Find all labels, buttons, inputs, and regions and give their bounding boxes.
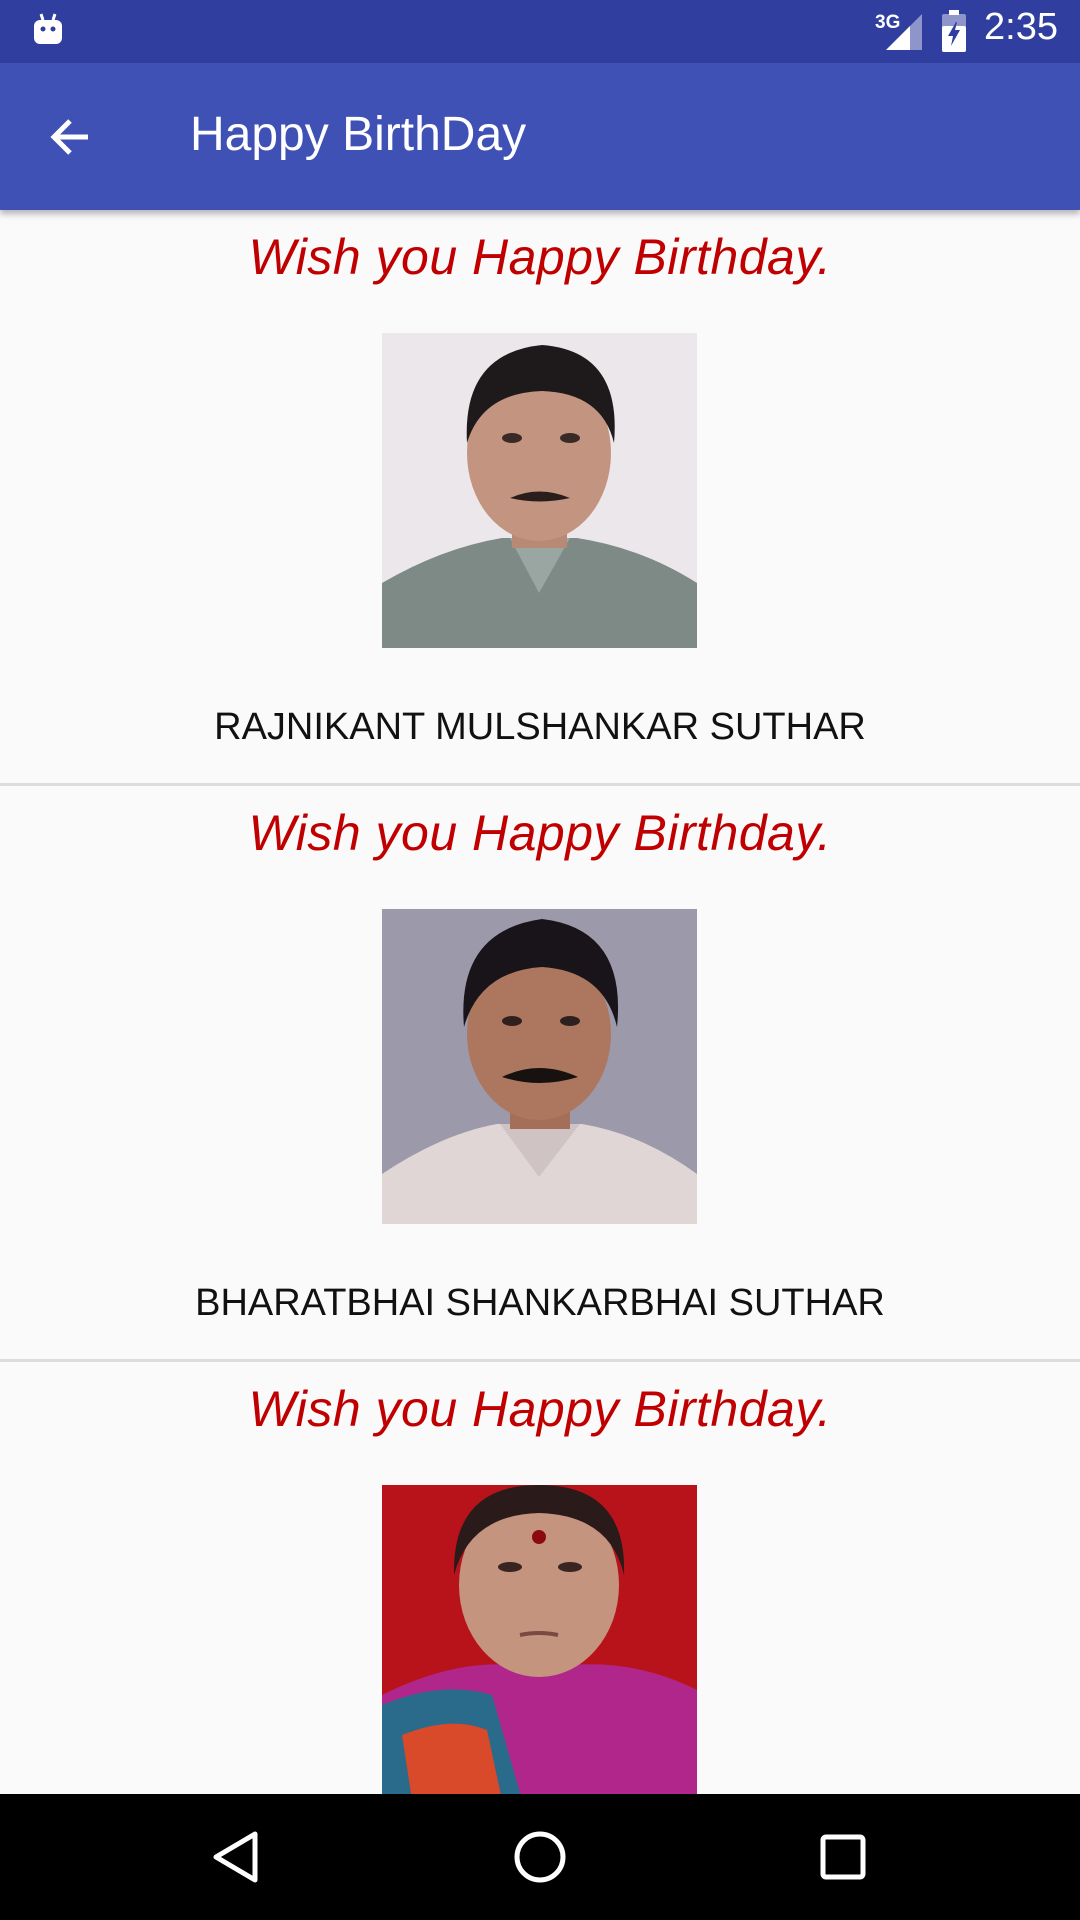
android-notification-icon bbox=[34, 13, 62, 44]
person-photo-image bbox=[382, 909, 697, 1224]
person-photo bbox=[382, 333, 697, 648]
person-photo-image bbox=[382, 333, 697, 648]
person-name: RAJNIKANT MULSHANKAR SUTHAR bbox=[214, 706, 866, 748]
birthday-card[interactable]: Wish you Happy Birthday. bbox=[0, 1362, 1080, 1794]
battery-charging-icon bbox=[942, 10, 966, 52]
signal-icon bbox=[886, 14, 922, 50]
arrow-back-icon bbox=[50, 119, 88, 155]
birthday-list[interactable]: Wish you Happy Birthday. RAJNIKANT MULSH… bbox=[0, 210, 1080, 1794]
nav-back-button[interactable] bbox=[200, 1822, 270, 1892]
birthday-wish-text: Wish you Happy Birthday. bbox=[248, 805, 832, 861]
app-bar: Happy BirthDay bbox=[0, 63, 1080, 210]
status-clock: 2:35 bbox=[984, 6, 1058, 48]
page-title: Happy BirthDay bbox=[190, 108, 527, 161]
back-button[interactable] bbox=[34, 101, 106, 173]
navigation-bar bbox=[0, 1794, 1080, 1920]
birthday-card[interactable]: Wish you Happy Birthday. BHARATBHAI SHAN… bbox=[0, 786, 1080, 1362]
birthday-wish-text: Wish you Happy Birthday. bbox=[248, 1381, 832, 1437]
nav-home-button[interactable] bbox=[505, 1822, 575, 1892]
person-photo bbox=[382, 909, 697, 1224]
status-bar: 3G 2:35 bbox=[0, 0, 1080, 63]
back-triangle-icon bbox=[213, 1831, 258, 1883]
nav-recents-button[interactable] bbox=[808, 1822, 878, 1892]
birthday-wish-text: Wish you Happy Birthday. bbox=[248, 229, 832, 285]
home-circle-icon bbox=[514, 1831, 566, 1883]
person-photo bbox=[382, 1485, 697, 1794]
birthday-card[interactable]: Wish you Happy Birthday. RAJNIKANT MULSH… bbox=[0, 210, 1080, 786]
person-photo-image bbox=[382, 1485, 697, 1794]
recents-square-icon bbox=[820, 1834, 866, 1880]
person-name: BHARATBHAI SHANKARBHAI SUTHAR bbox=[195, 1282, 885, 1324]
